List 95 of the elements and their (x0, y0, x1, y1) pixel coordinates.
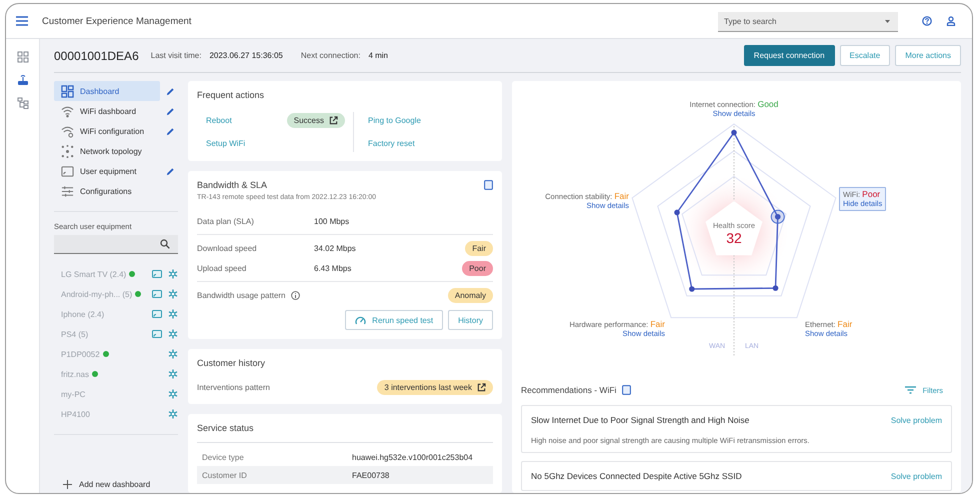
row-label: Download speed (197, 244, 258, 252)
rating-badge: Fair (465, 240, 493, 256)
customer-id: 00001001DEA6 (54, 48, 139, 62)
network-icon[interactable] (168, 269, 178, 279)
nav-item[interactable]: Configurations (54, 181, 160, 201)
row-label: Upload speed (197, 264, 248, 272)
network-icon[interactable] (168, 349, 178, 359)
row-label: Device type (202, 452, 245, 462)
primary-button[interactable]: Request connection (744, 45, 835, 66)
edit-icon[interactable] (166, 166, 175, 176)
screen-icon[interactable] (152, 270, 162, 278)
app-title: Customer Experience Management (42, 16, 192, 26)
rerun-button[interactable]: Rerun speed test (345, 310, 444, 330)
row-value: 6.43 Mbps (314, 264, 352, 272)
device-name[interactable]: my-PC (61, 390, 148, 398)
edit-icon[interactable] (166, 86, 175, 96)
device-name[interactable]: fritz.nas (61, 370, 148, 378)
external-link-icon[interactable] (329, 116, 338, 125)
network-icon[interactable] (168, 389, 178, 399)
plus-icon (63, 480, 72, 489)
device-name[interactable]: P1DP0052 (61, 350, 148, 358)
caret-icon[interactable] (885, 20, 890, 23)
action-link[interactable]: Factory reset (368, 139, 415, 148)
wifi-settings-icon (62, 126, 74, 138)
user-icon[interactable] (946, 16, 956, 26)
dashboard-icon (61, 84, 74, 98)
device-name[interactable]: HP4100 (61, 410, 148, 418)
nav-item[interactable]: Network topology (54, 141, 160, 161)
nav-item[interactable]: WiFi dashboard (54, 101, 160, 121)
action-button[interactable]: Escalate (840, 45, 890, 66)
info-icon[interactable] (290, 290, 300, 300)
row-value: 100 Mbps (314, 216, 350, 226)
row-label: Bandwidth usage pattern (197, 290, 286, 300)
device-name[interactable]: Android-my-ph... (5) (61, 290, 148, 298)
filter-icon (904, 386, 916, 394)
network-icon[interactable] (168, 289, 178, 299)
network-icon (62, 144, 74, 158)
history-button[interactable]: History (448, 310, 493, 330)
screen-icon[interactable] (152, 330, 162, 338)
next-connection-value: 4 min (368, 51, 388, 60)
solve-link[interactable]: Solve problem (890, 472, 942, 480)
search-field[interactable]: Type to search (718, 12, 898, 32)
sliders-icon (61, 185, 74, 197)
edit-icon[interactable] (166, 126, 175, 136)
device-name[interactable]: Iphone (2.4) (61, 310, 148, 318)
nav-item[interactable]: Dashboard (54, 81, 160, 101)
search-icon[interactable] (160, 239, 170, 249)
recommendation-title: Slow Internet Due to Poor Signal Strength and High Noise (531, 415, 750, 425)
card-title: Frequent actions (197, 90, 264, 100)
card-title: Bandwidth & SLA (197, 180, 268, 190)
action-link[interactable]: Setup WiFi (206, 139, 246, 148)
last-visit-value: 2023.06.27 15:36:05 (209, 51, 283, 60)
screen-icon[interactable] (152, 310, 162, 318)
score-value: 32 (725, 230, 743, 246)
next-connection-label: Next connection: (300, 51, 360, 60)
solve-link[interactable]: Solve problem (890, 416, 942, 424)
section-title: Recommendations - WiFi (521, 385, 616, 395)
network-icon[interactable] (168, 369, 178, 379)
action-link[interactable]: Reboot (206, 116, 232, 125)
rating-badge: Anomaly (448, 288, 493, 302)
row-label: Customer ID (202, 470, 248, 480)
network-icon[interactable] (168, 329, 178, 339)
add-dashboard-link[interactable]: Add new dashboard (54, 480, 178, 493)
network-icon[interactable] (168, 309, 178, 319)
rating-badge: Poor (462, 260, 493, 276)
card-title: Customer history (197, 358, 266, 368)
action-button[interactable]: More actions (895, 45, 961, 66)
edit-icon[interactable] (166, 106, 175, 116)
recommendation-title: No 5Ghz Devices Connected Despite Active 5Ghz SSID (531, 471, 742, 481)
external-link-icon[interactable] (477, 383, 486, 392)
wifi-icon (62, 106, 74, 117)
speedometer-icon (355, 316, 366, 324)
last-visit-label: Last visit time: (150, 51, 202, 60)
device-name[interactable]: PS4 (5) (61, 330, 148, 338)
row-value: FAE00738 (352, 470, 390, 480)
score-background (706, 201, 762, 256)
interventions-badge[interactable]: 3 interventions last week (377, 380, 493, 395)
row-value: huawei.hg532e.v100r001c253b04 (352, 452, 473, 462)
router-icon[interactable] (16, 74, 28, 86)
action-link[interactable]: Ping to Google (368, 116, 421, 125)
dashboard-icon[interactable] (16, 51, 28, 63)
nav-item[interactable]: User equipment (54, 161, 160, 181)
row-label: Interventions pattern (197, 383, 270, 392)
card-title: Service status (197, 423, 254, 433)
network-icon[interactable] (168, 409, 178, 419)
status-badge[interactable]: Success (286, 113, 345, 128)
topology-icon[interactable] (16, 97, 28, 109)
device-name[interactable]: LG Smart TV (2.4) (61, 270, 148, 278)
equipment-search-field[interactable] (54, 235, 178, 254)
nav-item[interactable]: WiFi configuration (54, 121, 160, 141)
row-value: 34.02 Mbps (314, 244, 357, 252)
screen-icon (61, 166, 74, 176)
menu-icon[interactable] (16, 16, 28, 26)
screen-icon[interactable] (152, 290, 162, 298)
row-label: Data plan (SLA) (197, 216, 255, 226)
